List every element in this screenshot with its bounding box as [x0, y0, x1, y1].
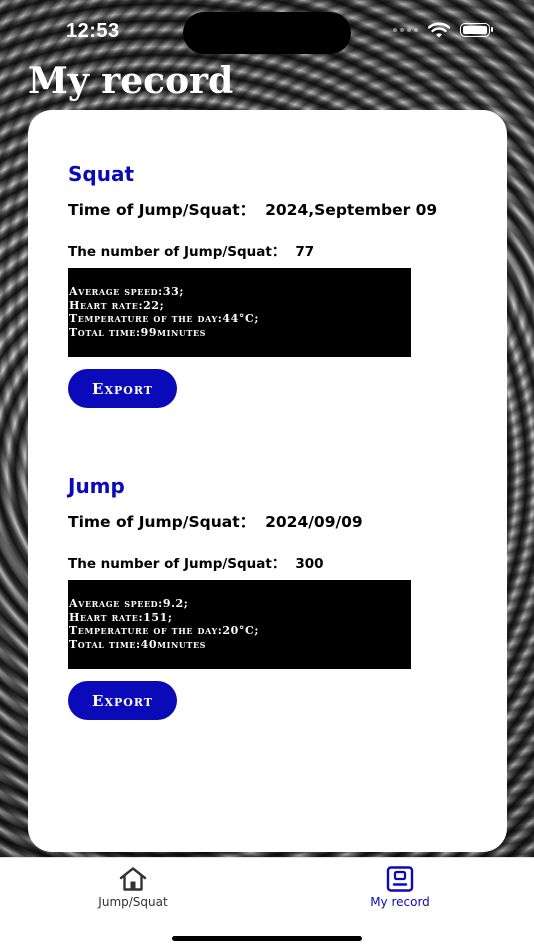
battery-icon	[460, 23, 493, 37]
record-count: The number of Jump/Squat： 300	[68, 552, 324, 572]
record-stats: Average speed:9.2; Heart rate:151; Tempe…	[68, 580, 411, 669]
record-count-value: 77	[295, 244, 315, 260]
wifi-icon	[428, 22, 450, 38]
record-type: Jump	[68, 474, 125, 498]
record-count: The number of Jump/Squat： 77	[68, 240, 314, 260]
signal-icon	[393, 28, 418, 32]
record-time-label: Time of Jump/Squat：	[68, 513, 256, 531]
stat-heart-rate: Heart rate:22;	[69, 298, 165, 312]
stat-average-speed: Average speed:9.2;	[69, 597, 189, 610]
record-count-label: The number of Jump/Squat：	[68, 244, 286, 260]
record-icon	[386, 866, 414, 892]
stat-total-time: Total time:40minutes	[69, 637, 207, 651]
record-time-value: 2024/09/09	[265, 513, 363, 531]
record-stats: Average speed:33; Heart rate:22; Tempera…	[68, 268, 411, 357]
status-bar: 12:53	[0, 0, 534, 60]
tab-jump-squat[interactable]: Jump/Squat	[63, 866, 203, 909]
stat-total-time: Total time:99minutes	[69, 325, 207, 339]
record-time-value: 2024,September 09	[265, 201, 438, 219]
record-time-label: Time of Jump/Squat：	[68, 201, 256, 219]
export-button[interactable]: Export	[68, 681, 177, 720]
stat-temperature: Temperature of the day:20°C;	[69, 624, 260, 637]
stat-heart-rate: Heart rate:151;	[69, 610, 173, 624]
home-icon	[119, 867, 147, 891]
record-time: Time of Jump/Squat： 2024/09/09	[68, 510, 363, 532]
export-button[interactable]: Export	[68, 369, 177, 408]
record-time: Time of Jump/Squat： 2024,September 09	[68, 198, 437, 220]
dynamic-island	[183, 12, 351, 54]
status-time: 12:53	[66, 20, 120, 42]
stat-temperature: Temperature of the day:44°C;	[69, 312, 260, 325]
page-title: My record	[28, 60, 234, 102]
record-count-label: The number of Jump/Squat：	[68, 556, 286, 572]
tab-label: My record	[370, 895, 430, 909]
home-indicator	[172, 936, 362, 941]
record-count-value: 300	[295, 556, 324, 572]
status-icons	[393, 22, 493, 38]
stat-average-speed: Average speed:33;	[69, 285, 185, 298]
record-type: Squat	[68, 162, 135, 186]
tab-my-record[interactable]: My record	[330, 866, 470, 909]
records-card: Squat Time of Jump/Squat： 2024,September …	[28, 110, 507, 852]
tab-label: Jump/Squat	[98, 895, 168, 909]
